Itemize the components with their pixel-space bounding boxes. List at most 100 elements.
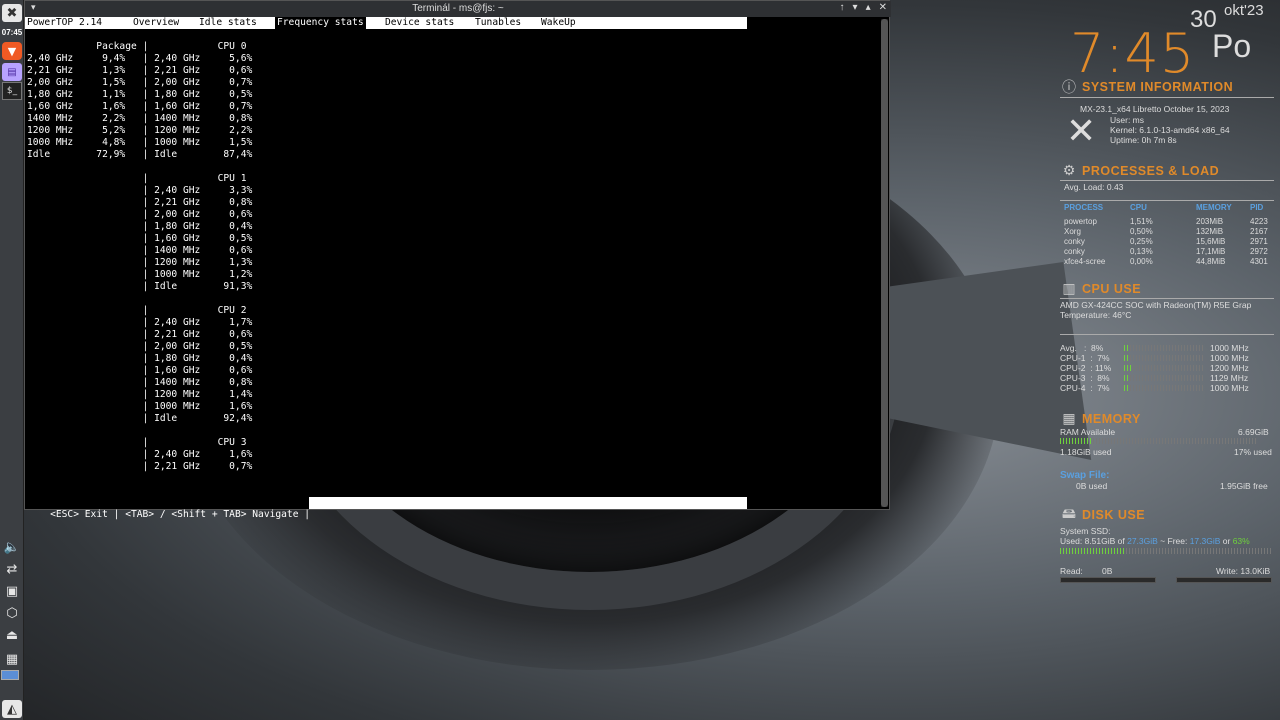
conky-time: 7:45 [1070,22,1196,85]
divider [1060,97,1274,98]
process-table-cell: Xorg [1064,227,1081,236]
disk-usage-bar [1060,548,1272,554]
process-table-cell: 44,8MiB [1196,257,1226,266]
brave-browser-icon[interactable]: ▼ [2,42,22,60]
powertop-frequency-output: Package | CPU 0 2,40 GHz 9,4% | 2,40 GHz … [27,41,252,473]
cpu-core-bar [1124,375,1204,381]
cpu-core-label: Avg. : 8% [1060,343,1104,353]
sysinfo-heading: SYSTEM INFORMATION [1082,80,1234,94]
process-table-cell: conky [1064,247,1085,256]
terminal-line: | 2,40 GHz 1,6% [27,449,253,460]
cpu-core-frequency: 1000 MHz [1210,343,1249,353]
disk-write-value: Write: 13.0KiB [1216,566,1271,576]
cpu-core-bar-fill [1124,375,1131,381]
process-table-header: PROCESS [1064,203,1104,212]
cpu-model: AMD GX-424CC SOC with Radeon(TM) R5E Gra… [1060,300,1252,310]
cpu-core-bar [1124,355,1204,361]
cpu-core-bar [1124,385,1204,391]
panel-clock[interactable]: 07:45 [0,28,24,37]
swap-used: 0B used [1076,481,1108,491]
file-manager-icon[interactable]: ▤ [2,63,22,81]
tab-tunables[interactable]: Tunables [473,17,523,29]
terminal-line: | CPU 3 [27,437,247,448]
disk-percent: 63% [1232,536,1250,546]
cpu-core-label: CPU-1 : 7% [1060,353,1110,363]
side-panel: ✖ 07:45 ▼ ▤ $_ 🔈 ⇄ ▣ ⬡ ⏏ ▦ ◭ [0,0,24,720]
close-icon[interactable]: ✕ [879,2,887,13]
tab-overview[interactable]: Overview [131,17,181,29]
tab-idle-stats[interactable]: Idle stats [197,17,259,29]
terminal-line: | 1,60 GHz 0,6% [27,365,253,376]
process-table-cell: 0,00% [1130,257,1153,266]
package-icon[interactable]: ▦ [2,650,22,668]
terminal-scrollbar[interactable] [881,19,888,507]
volume-icon[interactable]: 🔈 [2,538,22,556]
clipboard-icon[interactable]: ▣ [2,582,22,600]
mx-menu-icon[interactable]: ✖ [2,4,22,22]
disk-section-header: 🖴 DISK USE [1060,506,1145,524]
ram-usage-bar [1060,438,1256,444]
keep-above-icon[interactable]: ↑ [840,2,845,13]
terminal-line: | 2,00 GHz 0,5% [27,341,253,352]
processes-heading: PROCESSES & LOAD [1082,164,1220,178]
updater-box-icon[interactable]: ⬡ [2,604,22,622]
terminal-line: | 2,21 GHz 0,7% [27,461,253,472]
process-table-header: PID [1250,203,1264,212]
maximize-icon[interactable]: ▴ [866,2,871,13]
swap-label: Swap File: [1060,470,1110,481]
terminal-icon[interactable]: $_ [2,82,22,100]
uptime-label: Uptime: 0h 7m 8s [1110,135,1177,145]
window-title: Terminál - ms@fjs: ~ [412,3,504,14]
conky-widget: 7:45 30 okt'23 Po ⓘ SYSTEM INFORMATION M… [1056,0,1280,720]
eject-icon[interactable]: ⏏ [2,626,22,644]
process-table-cell: xfce4-scree [1064,257,1106,266]
terminal-line: 1,60 GHz 1,6% | 1,60 GHz 0,7% [27,101,253,112]
minimize-icon[interactable]: ▾ [853,2,858,13]
memory-chip-icon: ▦ [1062,411,1076,427]
memory-heading: MEMORY [1082,412,1141,426]
cpu-core-bar [1124,345,1204,351]
terminal-line: 2,40 GHz 9,4% | 2,40 GHz 5,6% [27,53,253,64]
sysinfo-section-header: ⓘ SYSTEM INFORMATION [1060,78,1233,96]
kernel-label: Kernel: 6.1.0-13-amd64 x86_64 [1110,125,1230,135]
disk-used: Used: 8.51GiB of [1060,536,1128,546]
process-table-cell: 1,51% [1130,217,1153,226]
cpu-core-frequency: 1200 MHz [1210,363,1249,373]
tab-frequency-stats[interactable]: Frequency stats [275,17,366,29]
cpu-core-frequency: 1000 MHz [1210,383,1249,393]
processes-section-header: ⚙ PROCESSES & LOAD [1060,162,1219,180]
terminal-line: | 1000 MHz 1,6% [27,401,253,412]
disk-read-graph [1060,577,1156,583]
tab-wakeup[interactable]: WakeUp [539,17,578,29]
network-icon[interactable]: ⇄ [2,560,22,578]
terminal-line: 1000 MHz 4,8% | 1000 MHz 1,5% [27,137,253,148]
mx-logo-icon: ✕ [1066,111,1097,152]
terminal-line: 1,80 GHz 1,1% | 1,80 GHz 0,5% [27,89,253,100]
process-table-cell: 0,50% [1130,227,1153,236]
mx-tools-icon[interactable]: ◭ [2,700,22,718]
powertop-status-bar: <ESC> Exit | <TAB> / <Shift + TAB> Navig… [27,497,747,520]
terminal-window[interactable]: ▾ Terminál - ms@fjs: ~ ↑ ▾ ▴ ✕ PowerTOP … [24,0,891,520]
process-table-cell: 0,13% [1130,247,1153,256]
terminal-line: | CPU 2 [27,305,247,316]
ram-usage-fill [1060,438,1094,444]
disk-heading: DISK USE [1082,508,1146,522]
status-text: <ESC> Exit | <TAB> / <Shift + TAB> Navig… [50,509,311,520]
process-table-cell: 4301 [1250,257,1268,266]
cpu-core-bar [1124,365,1204,371]
tab-powertop-2-14[interactable]: PowerTOP 2.14 [25,17,104,29]
terminal-titlebar[interactable]: ▾ Terminál - ms@fjs: ~ ↑ ▾ ▴ ✕ [25,1,891,17]
process-table-cell: 0,25% [1130,237,1153,246]
terminal-line: | 1200 MHz 1,4% [27,389,253,400]
process-table-header: MEMORY [1196,203,1232,212]
terminal-line: 1200 MHz 5,2% | 1200 MHz 2,2% [27,125,253,136]
terminal-line: | 1,60 GHz 0,5% [27,233,253,244]
divider [1060,334,1274,335]
terminal-line: Idle 72,9% | Idle 87,4% [27,149,253,160]
cpu-section-header: ▥ CPU USE [1060,280,1141,298]
tab-device-stats[interactable]: Device stats [383,17,456,29]
terminal-line: | 1,80 GHz 0,4% [27,221,253,232]
workspace-switcher[interactable] [1,670,19,680]
scrollbar-thumb[interactable] [881,19,888,507]
